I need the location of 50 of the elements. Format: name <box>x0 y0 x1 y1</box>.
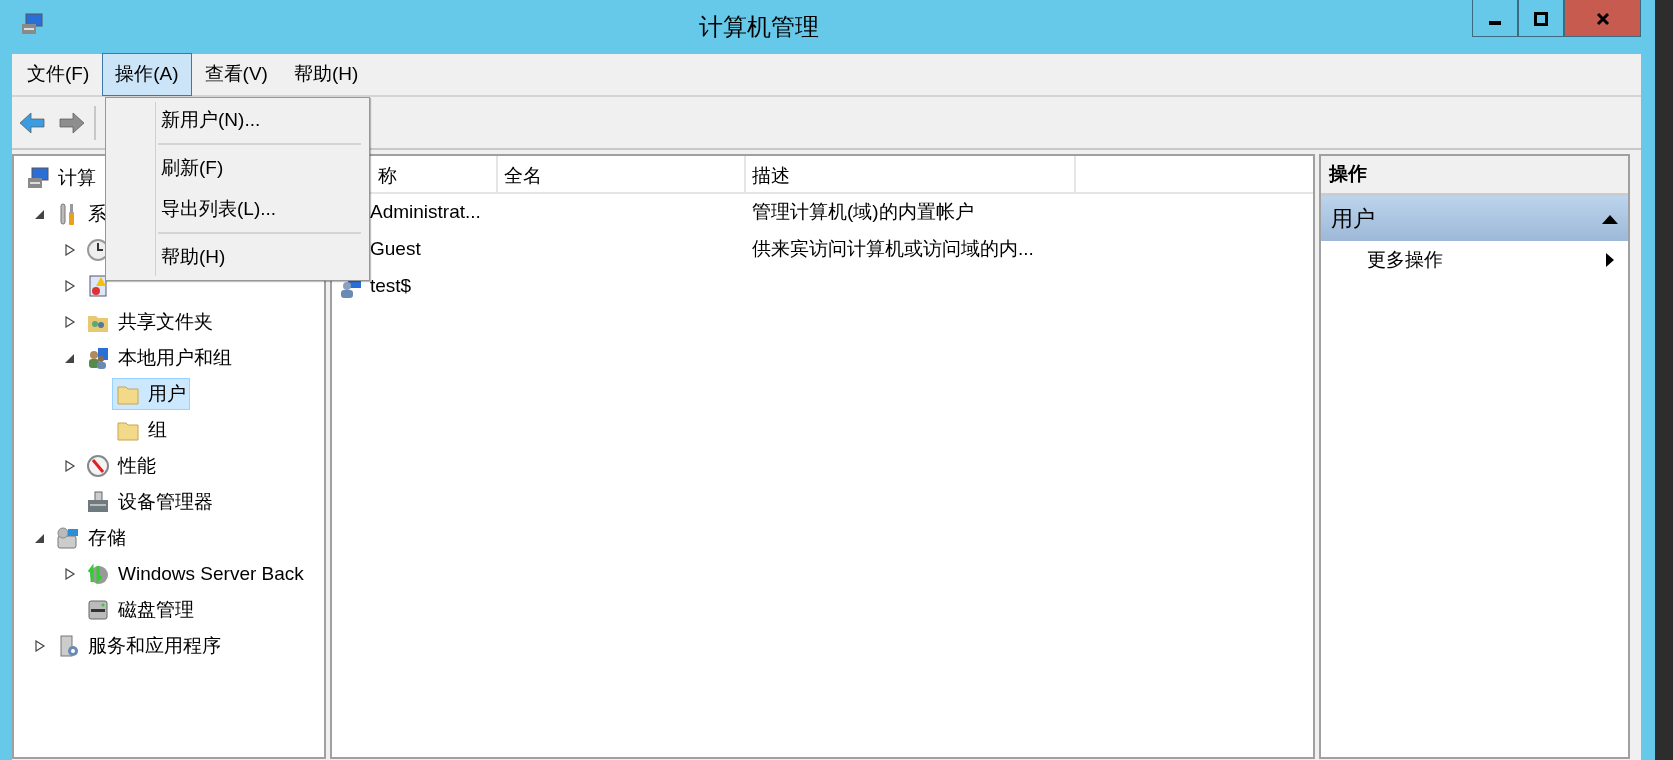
collapse-icon[interactable] <box>34 208 46 220</box>
action-section-header[interactable]: 用户 <box>1321 196 1628 241</box>
tree-item[interactable]: 磁盘管理 <box>118 595 194 625</box>
menu-item[interactable]: 文件(F) <box>14 53 103 96</box>
collapse-icon[interactable] <box>64 352 76 364</box>
user-description: 供来宾访问计算机或访问域的内... <box>752 238 1034 260</box>
storage-icon <box>56 526 80 550</box>
tree-item[interactable]: 服务和应用程序 <box>88 631 221 661</box>
menu-item[interactable]: 查看(V) <box>191 53 281 96</box>
window-title: 计算机管理 <box>699 13 819 40</box>
expand-icon[interactable] <box>34 640 46 652</box>
submenu-arrow-icon <box>1606 253 1614 267</box>
computer-icon <box>26 166 50 190</box>
maximize-icon <box>1534 11 1548 26</box>
minimize-button[interactable] <box>1472 0 1518 37</box>
user-name: Guest <box>370 237 421 262</box>
expand-icon[interactable] <box>64 280 76 292</box>
close-icon <box>1595 11 1610 26</box>
tree-item[interactable]: 本地用户和组 <box>118 343 232 373</box>
gauge-icon <box>86 454 110 478</box>
collapse-icon[interactable] <box>34 532 46 544</box>
column-header[interactable]: 全名 <box>498 156 746 192</box>
expand-icon[interactable] <box>64 244 76 256</box>
maximize-button[interactable] <box>1518 0 1564 37</box>
tree-item[interactable]: 共享文件夹 <box>118 307 213 337</box>
menu-item[interactable]: 帮助(H) <box>280 53 372 96</box>
menu-option[interactable]: 新用户(N)... <box>106 100 369 141</box>
tree-item[interactable]: 性能 <box>118 451 156 481</box>
menu-option[interactable]: 帮助(H) <box>106 237 369 278</box>
tree-item[interactable]: 存储 <box>88 523 126 553</box>
expand-icon[interactable] <box>64 460 76 472</box>
user-description: 管理计算机(域)的内置帐户 <box>752 201 974 223</box>
expand-icon[interactable] <box>64 568 76 580</box>
tree-item[interactable]: 系 <box>88 199 107 229</box>
device-icon <box>86 490 110 514</box>
tree-item[interactable]: 计算 <box>58 163 96 193</box>
tree-item[interactable]: 组 <box>148 415 167 445</box>
tree-item[interactable]: Windows Server Back <box>118 559 304 589</box>
user-name: Administrat... <box>370 200 481 225</box>
menu-item[interactable]: 操作(A) <box>102 53 192 96</box>
tree-item[interactable]: 设备管理器 <box>118 487 213 517</box>
actions-header: 操作 <box>1321 156 1628 196</box>
users-icon <box>86 346 110 370</box>
minimize-icon <box>1489 20 1501 25</box>
user-name: test$ <box>370 274 412 299</box>
backup-icon <box>86 562 110 586</box>
log-icon <box>86 274 110 298</box>
column-header[interactable]: 描述 <box>746 156 1076 192</box>
expand-icon[interactable] <box>64 316 76 328</box>
action-item[interactable]: 更多操作 <box>1321 241 1628 279</box>
